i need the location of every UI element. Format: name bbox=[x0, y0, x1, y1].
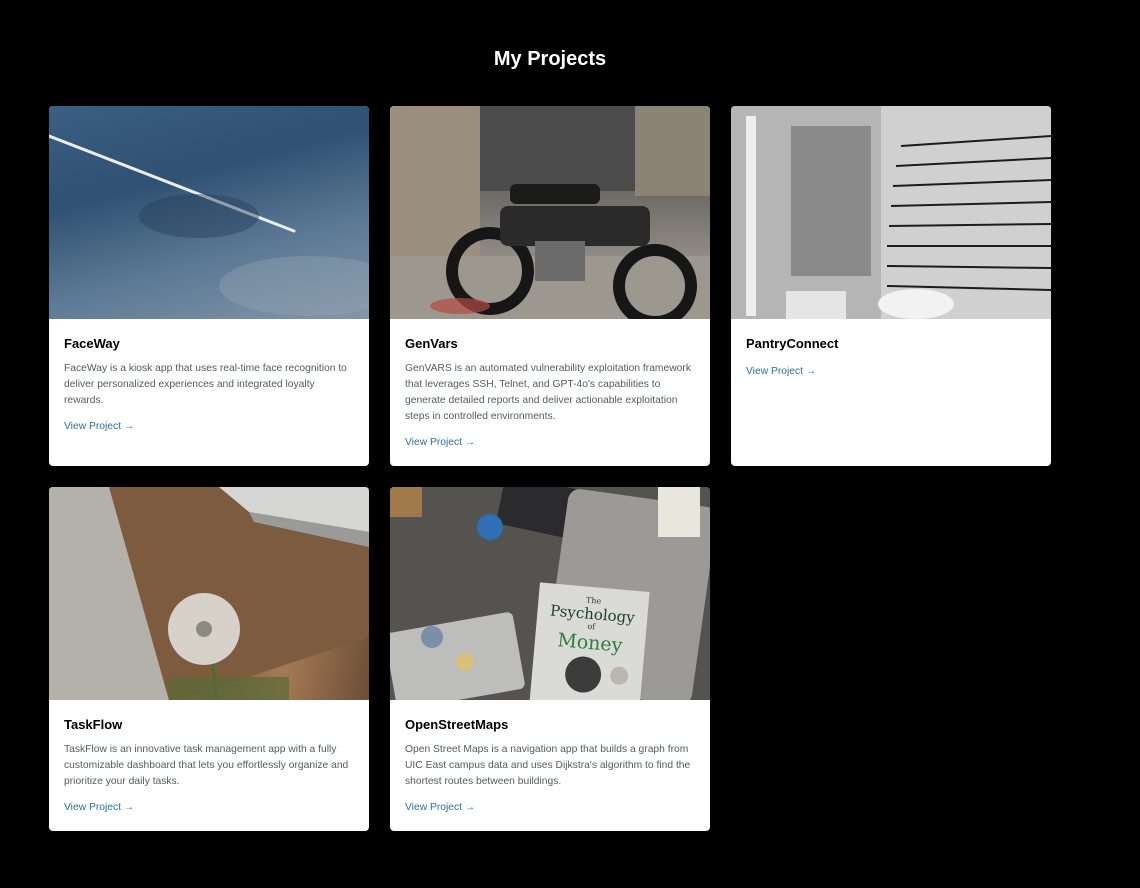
project-title: OpenStreetMaps bbox=[405, 717, 509, 732]
project-card-genvars: GenVars GenVARS is an automated vulnerab… bbox=[390, 106, 710, 466]
dandelion-illustration bbox=[49, 487, 369, 700]
project-card-openstreetmaps: The Psychology of Money OpenStreetMaps O… bbox=[390, 487, 710, 831]
project-description: FaceWay is a kiosk app that uses real-ti… bbox=[64, 363, 347, 406]
project-description: GenVARS is an automated vulnerability ex… bbox=[405, 363, 691, 422]
view-project-link[interactable]: View Project → bbox=[64, 420, 134, 434]
view-project-link[interactable]: View Project → bbox=[746, 365, 816, 379]
project-image-sky bbox=[49, 106, 369, 319]
contrail-illustration bbox=[49, 134, 369, 316]
page-title: My Projects bbox=[493, 48, 607, 70]
project-description: TaskFlow is an innovative task managemen… bbox=[64, 744, 349, 787]
project-title: TaskFlow bbox=[64, 717, 123, 732]
project-image-motorcycle bbox=[390, 106, 710, 319]
view-project-link[interactable]: View Project → bbox=[405, 436, 475, 450]
project-image-boxes bbox=[731, 106, 1051, 319]
project-image-desk: The Psychology of Money bbox=[390, 487, 710, 700]
view-project-link[interactable]: View Project → bbox=[64, 801, 134, 815]
project-card-pantryconnect: PantryConnect View Project → bbox=[731, 106, 1051, 466]
project-card-taskflow: TaskFlow TaskFlow is an innovative task … bbox=[49, 487, 369, 831]
motorcycle-illustration bbox=[390, 106, 710, 319]
stacked-boxes-illustration bbox=[731, 106, 1051, 319]
project-title: PantryConnect bbox=[746, 336, 839, 351]
project-title: FaceWay bbox=[64, 336, 120, 351]
project-image-dandelion bbox=[49, 487, 369, 700]
desk-illustration: The Psychology of Money bbox=[390, 487, 710, 700]
project-title: GenVars bbox=[405, 336, 458, 351]
project-description: Open Street Maps is a navigation app tha… bbox=[405, 744, 691, 787]
project-card-faceway: FaceWay FaceWay is a kiosk app that uses… bbox=[49, 106, 369, 466]
view-project-link[interactable]: View Project → bbox=[405, 801, 475, 815]
